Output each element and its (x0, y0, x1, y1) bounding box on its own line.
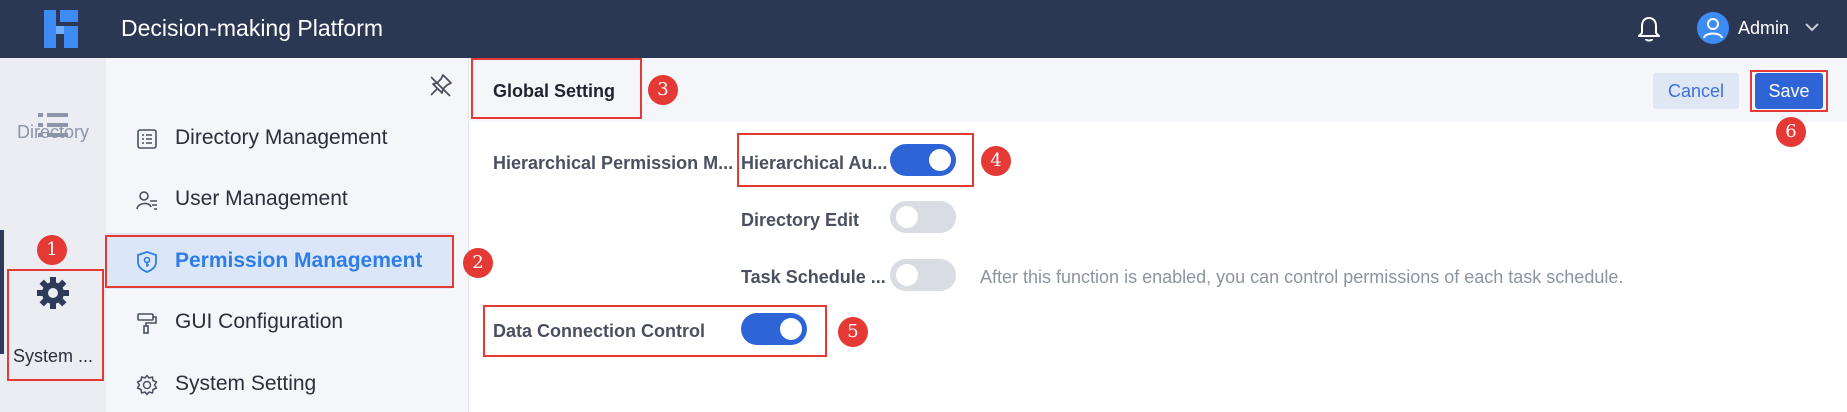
menu-item-user-management[interactable]: User Management (106, 171, 452, 227)
app-title: Decision-making Platform (121, 15, 384, 41)
annotation-marker-1: 1 (37, 235, 67, 265)
annotation-marker-5: 5 (838, 317, 868, 347)
toggle-knob (896, 264, 918, 286)
menu-label: GUI Configuration (175, 310, 344, 333)
chevron-down-icon[interactable] (1804, 20, 1820, 34)
annotation-frame-4 (737, 133, 974, 187)
annotation-marker-3: 3 (648, 75, 678, 105)
annotation-frame-2 (105, 235, 454, 288)
list-doc-icon (137, 129, 157, 149)
unpin-icon[interactable] (428, 72, 454, 98)
annotation-marker-6: 6 (1776, 117, 1806, 147)
task-schedule-toggle[interactable] (890, 259, 956, 291)
menu-item-system-setting[interactable]: System Setting (106, 356, 452, 412)
user-name[interactable]: Admin (1738, 17, 1789, 39)
paint-roller-icon (137, 313, 157, 334)
fr-logo[interactable] (38, 6, 84, 52)
rail-label-directory: Directory (16, 122, 89, 142)
menu-item-gui-configuration[interactable]: GUI Configuration (106, 294, 452, 350)
directory-edit-toggle[interactable] (890, 201, 956, 233)
user-avatar-icon[interactable] (1697, 12, 1729, 44)
annotation-frame-1 (7, 269, 104, 381)
hierarchical-permission-section-label: Hierarchical Permission M... (493, 153, 734, 173)
task-schedule-description: After this function is enabled, you can … (980, 267, 1624, 287)
task-schedule-label: Task Schedule ... (741, 267, 886, 287)
annotation-frame-6 (1750, 70, 1828, 112)
toggle-knob (896, 206, 918, 228)
menu-label: Directory Management (175, 126, 388, 149)
gear-outline-icon (136, 374, 158, 396)
menu-label: User Management (175, 187, 348, 210)
top-header: Decision-making Platform Admin (0, 0, 1847, 58)
annotation-frame-5 (483, 305, 827, 357)
menu-item-directory-management[interactable]: Directory Management (106, 110, 452, 166)
annotation-marker-2: 2 (463, 248, 493, 278)
annotation-frame-3 (471, 58, 642, 119)
user-list-icon (136, 191, 157, 210)
directory-edit-label: Directory Edit (741, 210, 860, 230)
cancel-button[interactable]: Cancel (1653, 73, 1739, 109)
bell-icon[interactable] (1636, 15, 1662, 43)
annotation-marker-4: 4 (981, 146, 1011, 176)
app-root: Decision-making Platform Admin Directory… (0, 0, 1847, 412)
menu-label: System Setting (175, 372, 317, 395)
